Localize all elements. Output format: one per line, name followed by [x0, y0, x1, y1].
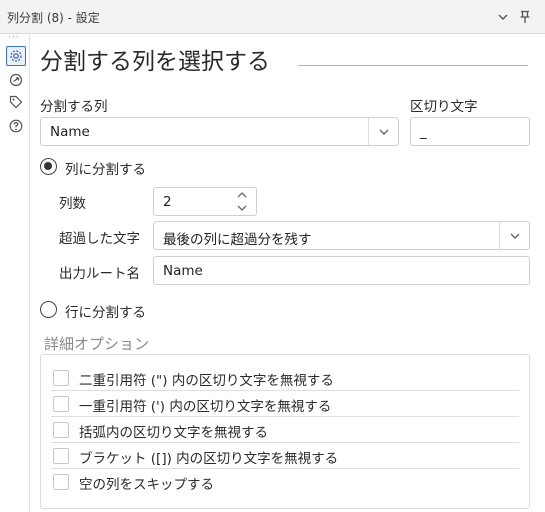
excess-value: 最後の列に超過分を残す: [163, 232, 312, 248]
output-root-label: 出力ルート名: [59, 266, 140, 282]
option-label: 一重引用符 (') 内の区切り文字を無視する: [79, 399, 332, 415]
heading-divider: [298, 65, 528, 66]
option-ignore-brackets[interactable]: ブラケット ([]) 内の区切り文字を無視する: [51, 443, 519, 469]
option-label: 空の列をスキップする: [79, 477, 214, 493]
num-columns-label: 列数: [59, 196, 86, 212]
delimiter-input[interactable]: _: [410, 117, 530, 146]
checkbox[interactable]: [53, 370, 69, 386]
option-label: ブラケット ([]) 内の区切り文字を無視する: [79, 451, 339, 467]
excess-select[interactable]: 最後の列に超過分を残す: [153, 221, 530, 250]
pin-icon[interactable]: [516, 8, 534, 26]
checkbox[interactable]: [53, 448, 69, 464]
split-to-columns-radio[interactable]: [40, 158, 57, 175]
checkbox[interactable]: [53, 422, 69, 438]
stepper-up-icon[interactable]: [236, 191, 248, 199]
option-ignore-double-quotes[interactable]: 二重引用符 (") 内の区切り文字を無視する: [51, 365, 519, 391]
window-title: 列分割 (8) - 設定: [7, 11, 100, 25]
tag-icon[interactable]: [6, 92, 26, 112]
num-columns-stepper[interactable]: 2: [153, 187, 257, 216]
option-label: 二重引用符 (") 内の区切り文字を無視する: [79, 373, 334, 389]
delimiter-value: _: [420, 124, 427, 140]
split-to-rows-radio[interactable]: [40, 301, 57, 318]
settings-panel: 分割する列を選択する 分割する列 区切り文字 Name _ 列に分割する 列数 …: [30, 34, 545, 512]
option-skip-empty-columns[interactable]: 空の列をスキップする: [51, 469, 519, 495]
split-to-columns-label: 列に分割する: [65, 162, 146, 178]
connection-icon[interactable]: [6, 70, 26, 90]
drag-handle-dots[interactable]: ···: [8, 34, 20, 43]
excess-label: 超過した文字: [59, 231, 140, 247]
option-label: 括弧内の区切り文字を無視する: [79, 425, 268, 441]
page-title: 分割する列を選択する: [40, 49, 270, 75]
title-bar: 列分割 (8) - 設定: [0, 0, 545, 34]
stepper-down-icon[interactable]: [236, 204, 248, 212]
gear-icon[interactable]: [6, 46, 26, 66]
chevron-down-icon[interactable]: [368, 118, 398, 145]
output-root-input[interactable]: Name: [153, 256, 530, 285]
sidebar: ···: [0, 34, 30, 512]
split-column-select[interactable]: Name: [40, 117, 399, 146]
collapse-chevron-icon[interactable]: [494, 8, 512, 26]
chevron-down-icon[interactable]: [499, 222, 529, 249]
split-column-label: 分割する列: [40, 99, 108, 115]
option-ignore-parentheses[interactable]: 括弧内の区切り文字を無視する: [51, 417, 519, 443]
output-root-value: Name: [163, 263, 203, 279]
split-column-value: Name: [50, 124, 90, 140]
delimiter-label: 区切り文字: [410, 99, 478, 115]
stepper-buttons: [228, 188, 256, 215]
help-icon[interactable]: [6, 116, 26, 136]
checkbox[interactable]: [53, 396, 69, 412]
advanced-options-box: 二重引用符 (") 内の区切り文字を無視する 一重引用符 (') 内の区切り文字…: [40, 354, 530, 509]
checkbox[interactable]: [53, 474, 69, 490]
option-ignore-single-quotes[interactable]: 一重引用符 (') 内の区切り文字を無視する: [51, 391, 519, 417]
advanced-options-title: 詳細オプション: [44, 335, 150, 353]
split-to-rows-label: 行に分割する: [65, 305, 146, 321]
num-columns-value: 2: [163, 194, 172, 210]
